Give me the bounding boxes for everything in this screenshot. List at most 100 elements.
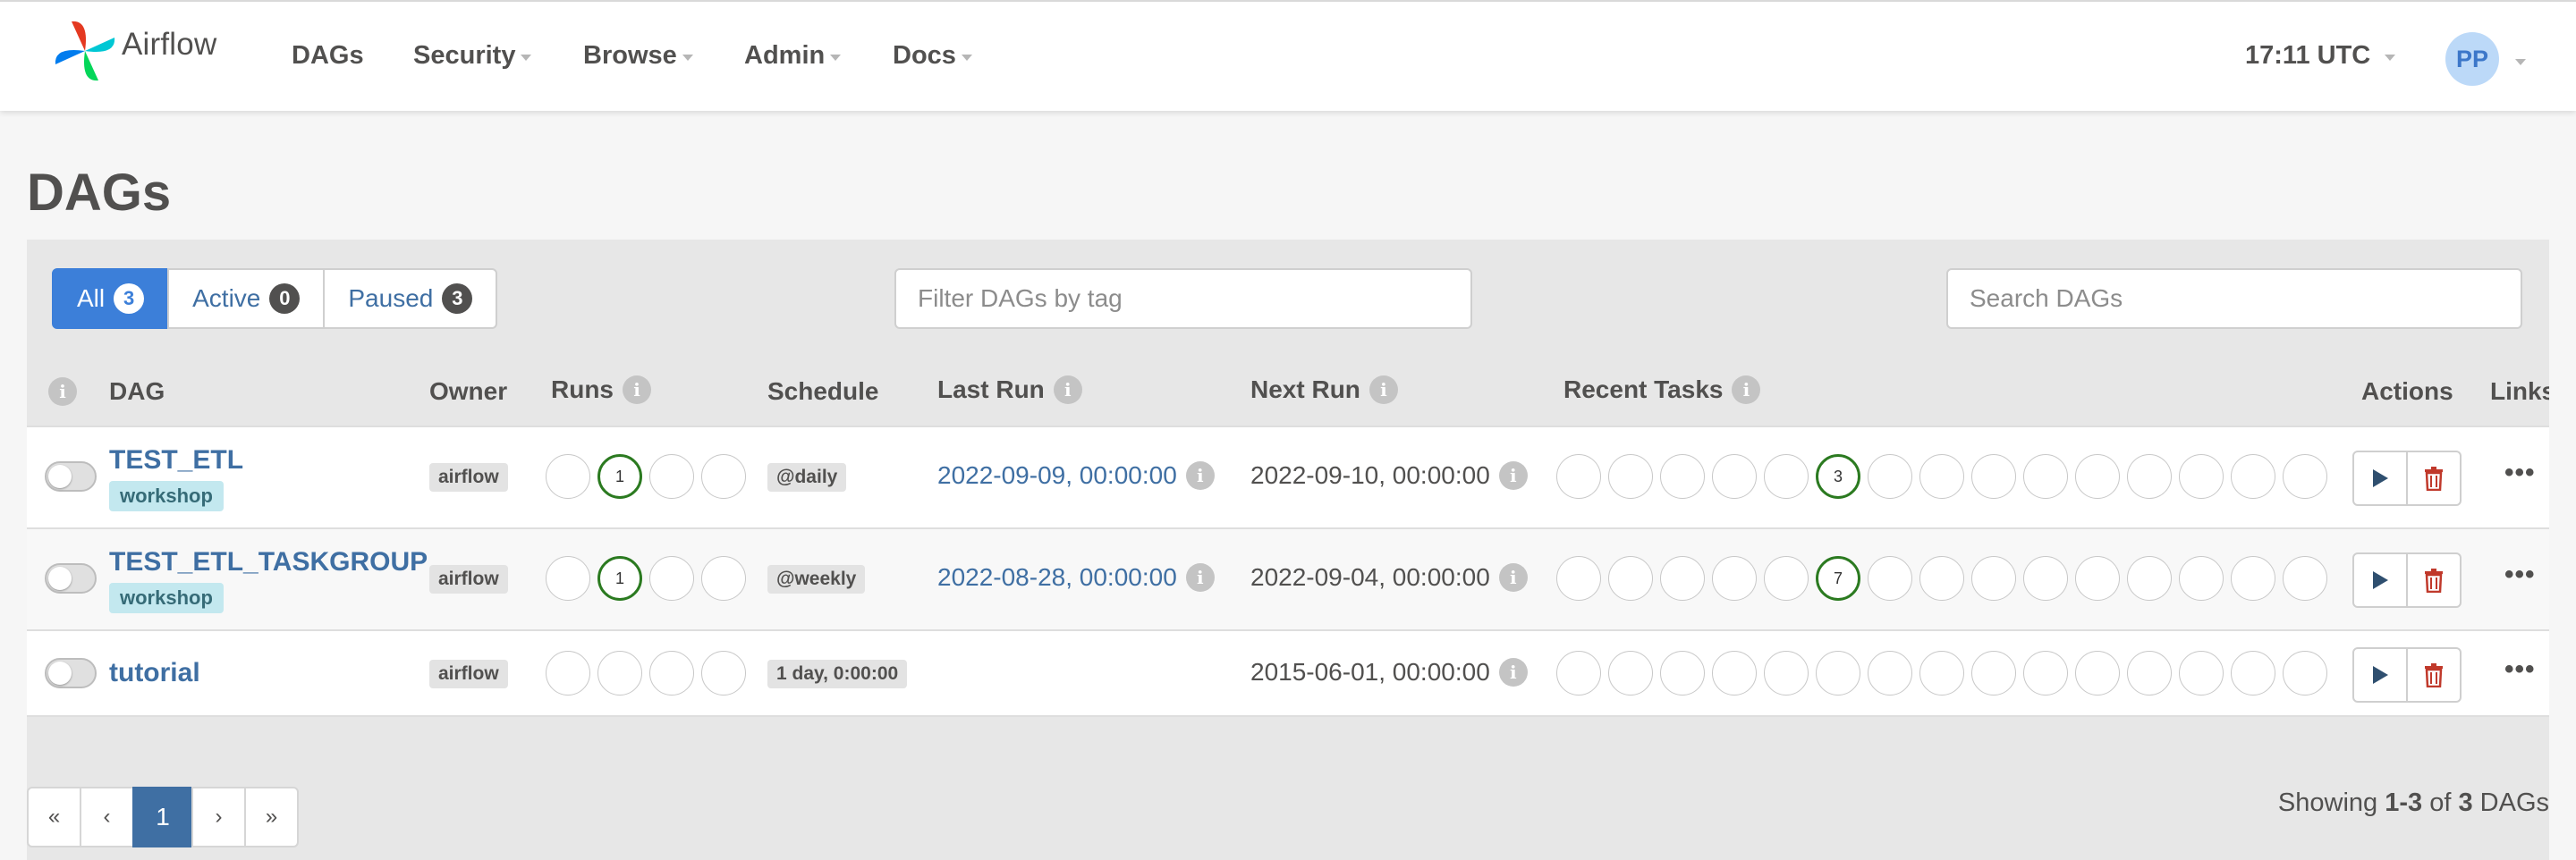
- owner-badge[interactable]: airflow: [429, 565, 508, 594]
- task-state-circle[interactable]: [1608, 651, 1653, 696]
- nav-admin[interactable]: Admin: [744, 41, 842, 71]
- pause-toggle[interactable]: [45, 563, 97, 594]
- task-state-circle[interactable]: [1971, 454, 2016, 499]
- info-icon[interactable]: i: [1368, 375, 1398, 404]
- task-state-circle[interactable]: [1868, 454, 1912, 499]
- brand[interactable]: Airflow: [52, 20, 216, 86]
- task-state-circle[interactable]: [2127, 454, 2172, 499]
- header-next-run[interactable]: Next Run i: [1250, 375, 1398, 404]
- task-state-circle[interactable]: [2023, 454, 2068, 499]
- task-state-circle[interactable]: [1764, 556, 1809, 601]
- task-state-circle[interactable]: [1608, 556, 1653, 601]
- dag-name-link[interactable]: TEST_ETL: [109, 445, 243, 476]
- task-state-circle[interactable]: [2179, 651, 2224, 696]
- pause-toggle[interactable]: [45, 658, 97, 688]
- dag-tag[interactable]: workshop: [109, 481, 224, 511]
- task-state-circle[interactable]: [1608, 454, 1653, 499]
- task-state-circle[interactable]: [2283, 556, 2327, 601]
- task-state-circle[interactable]: 7: [1816, 556, 1860, 601]
- task-state-circle[interactable]: 3: [1816, 454, 1860, 499]
- run-state-circle[interactable]: 1: [597, 454, 642, 499]
- owner-badge[interactable]: airflow: [429, 660, 508, 688]
- timezone-clock[interactable]: 17:11 UTC: [2245, 41, 2396, 71]
- owner-badge[interactable]: airflow: [429, 463, 508, 492]
- schedule-badge[interactable]: @weekly: [767, 565, 866, 594]
- task-state-circle[interactable]: [1919, 556, 1964, 601]
- page-prev-button[interactable]: ‹: [80, 787, 134, 847]
- more-links-icon[interactable]: •••: [2504, 458, 2536, 488]
- task-state-circle[interactable]: [2179, 556, 2224, 601]
- task-state-circle[interactable]: [1971, 556, 2016, 601]
- search-dags-input[interactable]: [1946, 268, 2522, 329]
- task-state-circle[interactable]: [1660, 556, 1705, 601]
- task-state-circle[interactable]: [1660, 454, 1705, 499]
- tag-filter-input[interactable]: [894, 268, 1472, 329]
- status-filter-active[interactable]: Active 0: [167, 268, 326, 329]
- page-next-button[interactable]: ›: [191, 787, 246, 847]
- task-state-circle[interactable]: [2023, 651, 2068, 696]
- page-last-button[interactable]: »: [244, 787, 299, 847]
- page-first-button[interactable]: «: [27, 787, 81, 847]
- task-state-circle[interactable]: [2127, 651, 2172, 696]
- task-state-circle[interactable]: [1868, 556, 1912, 601]
- trigger-dag-button[interactable]: [2352, 647, 2408, 703]
- schedule-badge[interactable]: @daily: [767, 463, 847, 492]
- task-state-circle[interactable]: [1660, 651, 1705, 696]
- user-avatar[interactable]: PP: [2445, 32, 2499, 86]
- task-state-circle[interactable]: [1868, 651, 1912, 696]
- run-state-circle[interactable]: [701, 556, 746, 601]
- status-filter-all[interactable]: All 3: [52, 268, 170, 329]
- task-state-circle[interactable]: [1556, 556, 1601, 601]
- task-state-circle[interactable]: [2075, 556, 2120, 601]
- task-state-circle[interactable]: [2023, 556, 2068, 601]
- schedule-badge[interactable]: 1 day, 0:00:00: [767, 660, 908, 688]
- run-state-circle[interactable]: 1: [597, 556, 642, 601]
- task-state-circle[interactable]: [2231, 651, 2275, 696]
- nav-dags[interactable]: DAGs: [292, 41, 364, 71]
- run-state-circle[interactable]: [701, 651, 746, 696]
- task-state-circle[interactable]: [1712, 454, 1757, 499]
- run-state-circle[interactable]: [649, 454, 694, 499]
- run-state-circle[interactable]: [649, 556, 694, 601]
- run-state-circle[interactable]: [597, 651, 642, 696]
- task-state-circle[interactable]: [1712, 556, 1757, 601]
- task-state-circle[interactable]: [2283, 651, 2327, 696]
- info-icon[interactable]: i: [1185, 563, 1215, 592]
- delete-dag-button[interactable]: [2406, 451, 2462, 506]
- chevron-down-icon[interactable]: [2515, 59, 2526, 65]
- info-icon[interactable]: i: [1053, 375, 1082, 404]
- dag-name-link[interactable]: tutorial: [109, 658, 200, 688]
- info-icon[interactable]: i: [48, 377, 77, 406]
- task-state-circle[interactable]: [1556, 454, 1601, 499]
- info-icon[interactable]: i: [1498, 461, 1528, 490]
- header-last-run[interactable]: Last Run i: [937, 375, 1082, 404]
- more-links-icon[interactable]: •••: [2504, 560, 2536, 590]
- more-links-icon[interactable]: •••: [2504, 654, 2536, 685]
- task-state-circle[interactable]: [1919, 454, 1964, 499]
- header-schedule[interactable]: Schedule: [767, 377, 878, 406]
- nav-browse[interactable]: Browse: [583, 41, 693, 71]
- run-state-circle[interactable]: [546, 454, 590, 499]
- run-state-circle[interactable]: [546, 651, 590, 696]
- delete-dag-button[interactable]: [2406, 552, 2462, 608]
- pause-toggle[interactable]: [45, 461, 97, 492]
- header-dag[interactable]: DAG: [109, 377, 165, 406]
- task-state-circle[interactable]: [2127, 556, 2172, 601]
- task-state-circle[interactable]: [1919, 651, 1964, 696]
- run-state-circle[interactable]: [649, 651, 694, 696]
- dag-tag[interactable]: workshop: [109, 583, 224, 613]
- header-owner[interactable]: Owner: [429, 377, 507, 406]
- task-state-circle[interactable]: [2231, 454, 2275, 499]
- status-filter-paused[interactable]: Paused 3: [323, 268, 498, 329]
- info-icon[interactable]: i: [1185, 461, 1215, 490]
- task-state-circle[interactable]: [2231, 556, 2275, 601]
- task-state-circle[interactable]: [1764, 454, 1809, 499]
- header-toggle-info[interactable]: i: [48, 377, 77, 406]
- last-run-link[interactable]: 2022-09-09, 00:00:00: [937, 461, 1177, 490]
- info-icon[interactable]: i: [1498, 658, 1528, 687]
- delete-dag-button[interactable]: [2406, 647, 2462, 703]
- run-state-circle[interactable]: [546, 556, 590, 601]
- info-icon[interactable]: i: [1498, 563, 1528, 592]
- nav-security[interactable]: Security: [413, 41, 532, 71]
- task-state-circle[interactable]: [1764, 651, 1809, 696]
